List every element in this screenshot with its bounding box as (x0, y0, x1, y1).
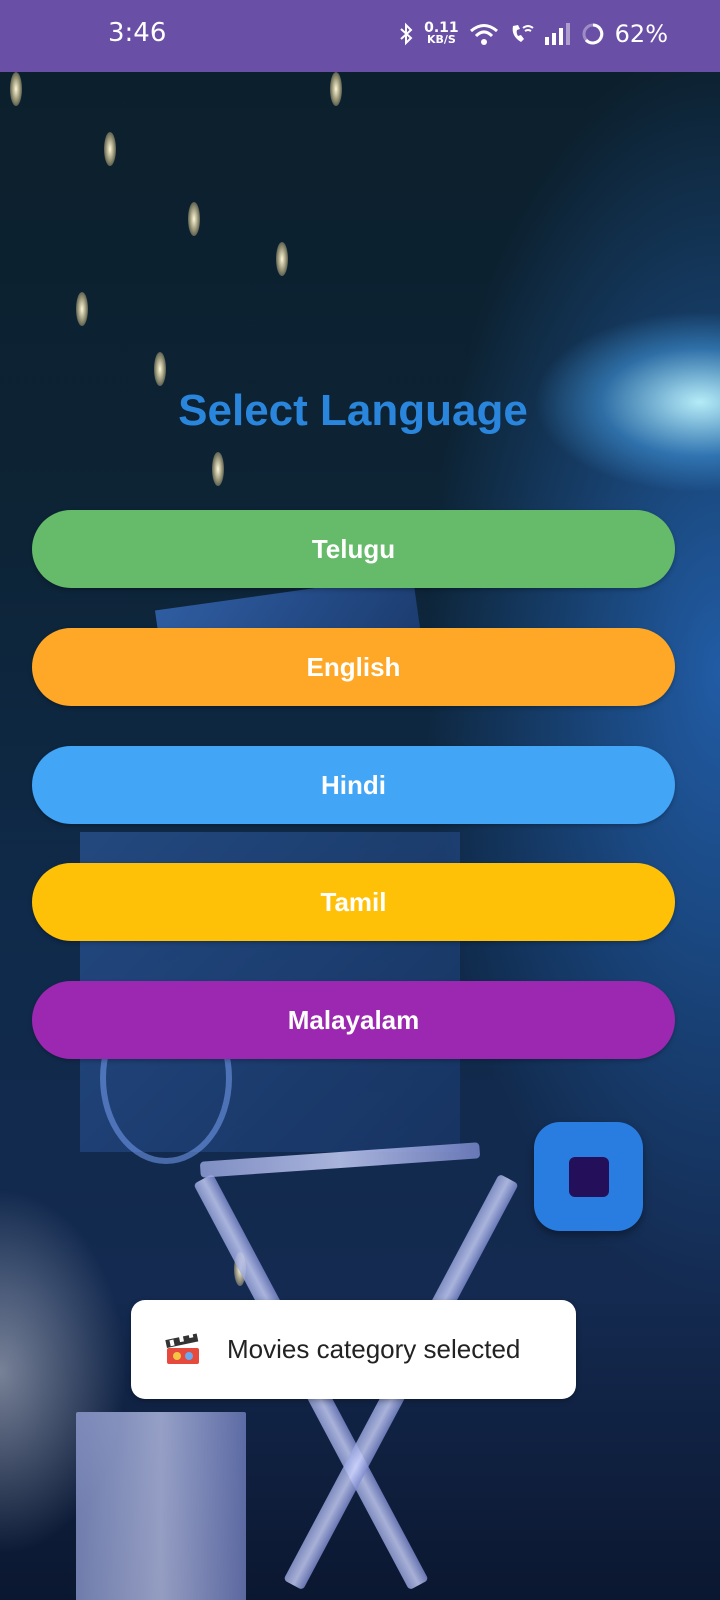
stage-light (188, 202, 200, 236)
stop-fab-button[interactable] (534, 1122, 643, 1231)
stage-light (330, 72, 342, 106)
movie-clapper-icon (165, 1331, 199, 1364)
net-speed: 0.11 KB/S (424, 21, 459, 46)
toast-message: Movies category selected (131, 1300, 576, 1399)
language-button-tamil[interactable]: Tamil (32, 863, 675, 941)
stage-light (276, 242, 288, 276)
language-button-telugu[interactable]: Telugu (32, 510, 675, 588)
status-bar: 3:46 0.11 KB/S 62% (0, 0, 720, 72)
bluetooth-icon (400, 22, 413, 46)
signal-icon (544, 23, 570, 45)
status-time: 3:46 (108, 18, 167, 48)
wifi-call-icon (512, 25, 534, 42)
status-icons: 0.11 KB/S 62% (398, 14, 668, 54)
language-button-english[interactable]: English (32, 628, 675, 706)
net-speed-unit: KB/S (426, 33, 456, 46)
language-button-hindi[interactable]: Hindi (32, 746, 675, 824)
battery-ring-icon (582, 23, 604, 45)
stage-light (104, 132, 116, 166)
page-title: Select Language (178, 386, 528, 435)
stage-light (212, 452, 224, 486)
battery-percent: 62% (614, 20, 668, 48)
language-button-malayalam[interactable]: Malayalam (32, 981, 675, 1059)
stage-light (154, 352, 166, 386)
stop-icon (568, 1156, 609, 1197)
stage-light (10, 72, 22, 106)
wifi-icon (469, 24, 498, 45)
chair-seat-shape (76, 1412, 246, 1600)
toast-text: Movies category selected (227, 1334, 521, 1364)
stage-light (76, 292, 88, 326)
